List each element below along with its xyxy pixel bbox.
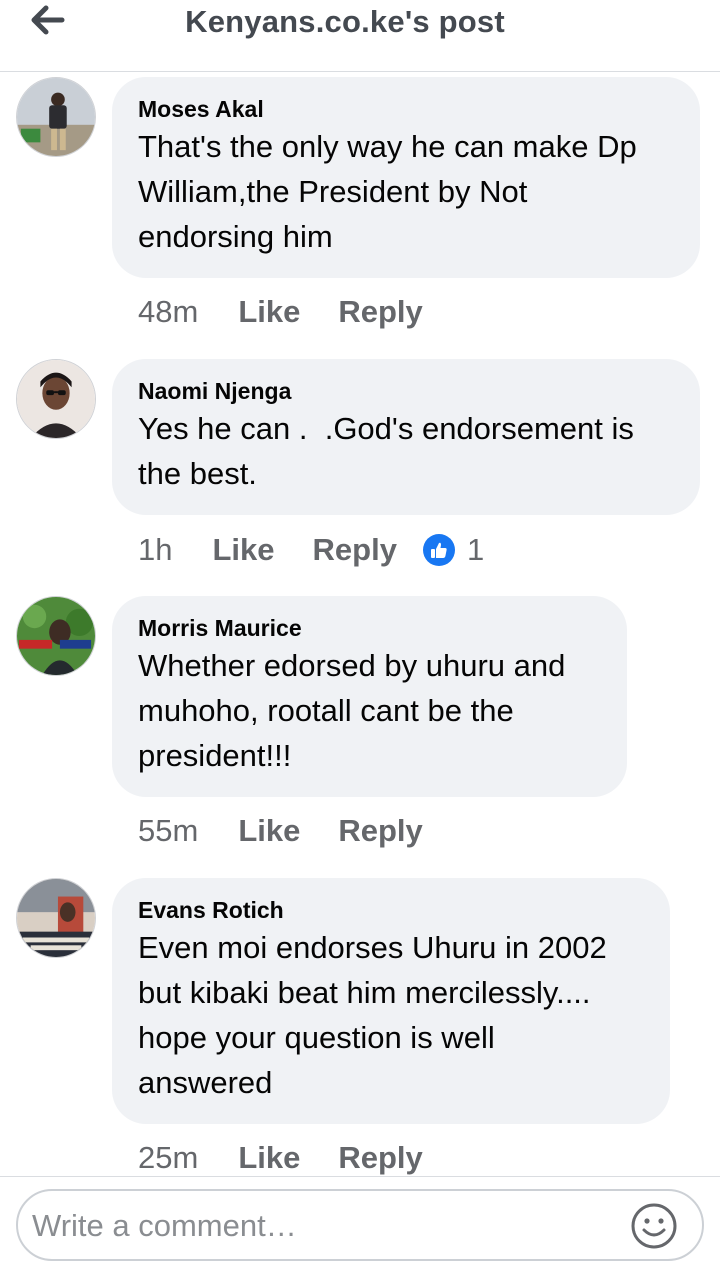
comment-actions: 1h Like Reply 1	[138, 530, 484, 570]
page-title: Kenyans.co.ke's post	[185, 4, 505, 39]
reaction-summary[interactable]: 1	[422, 532, 485, 568]
comment-actions: 48m Like Reply	[138, 292, 461, 332]
post-header: Kenyans.co.ke's post	[0, 0, 720, 72]
comment-text: Even moi endorses Uhuru in 2002 but kiba…	[138, 930, 607, 1100]
reply-button[interactable]: Reply	[338, 813, 422, 849]
smiley-icon	[631, 1203, 677, 1249]
avatar[interactable]	[16, 596, 96, 676]
comment-text: Yes he can . .God's endorsement is the b…	[138, 411, 634, 491]
avatar[interactable]	[16, 878, 96, 958]
comment-author[interactable]: Evans Rotich	[138, 895, 642, 925]
like-button[interactable]: Like	[212, 532, 274, 568]
reaction-count: 1	[466, 532, 485, 567]
reply-button[interactable]: Reply	[313, 532, 397, 568]
comment-time[interactable]: 25m	[138, 1140, 198, 1176]
like-button[interactable]: Like	[238, 294, 300, 330]
comment-author[interactable]: Morris Maurice	[138, 613, 599, 643]
like-button[interactable]: Like	[238, 813, 300, 849]
comment-bubble: Naomi Njenga Yes he can . .God's endorse…	[112, 359, 700, 515]
comment-text: That's the only way he can make Dp Willi…	[138, 129, 637, 254]
comment-time[interactable]: 55m	[138, 813, 198, 849]
thumbs-up-icon	[422, 534, 455, 566]
comment-time[interactable]: 48m	[138, 294, 198, 330]
avatar[interactable]	[16, 77, 96, 157]
comment-input[interactable]	[32, 1201, 622, 1251]
reply-button[interactable]: Reply	[338, 1140, 422, 1176]
comment-bubble: Morris Maurice Whether edorsed by uhuru …	[112, 596, 627, 797]
comment-text: Whether edorsed by uhuru and muhoho, roo…	[138, 648, 566, 773]
avatar[interactable]	[16, 359, 96, 439]
comment-author[interactable]: Moses Akal	[138, 94, 672, 124]
emoji-button[interactable]	[630, 1202, 678, 1250]
comment-composer	[0, 1176, 720, 1264]
comment-bubble: Evans Rotich Even moi endorses Uhuru in …	[112, 878, 670, 1124]
comment-time[interactable]: 1h	[138, 532, 172, 568]
comment-input-container[interactable]	[16, 1189, 704, 1261]
reply-button[interactable]: Reply	[338, 294, 422, 330]
comment-actions: 55m Like Reply	[138, 811, 461, 851]
like-button[interactable]: Like	[238, 1140, 300, 1176]
comment-actions: 25m Like Reply	[138, 1138, 461, 1178]
comment-bubble: Moses Akal That's the only way he can ma…	[112, 77, 700, 278]
comment-author[interactable]: Naomi Njenga	[138, 376, 672, 406]
